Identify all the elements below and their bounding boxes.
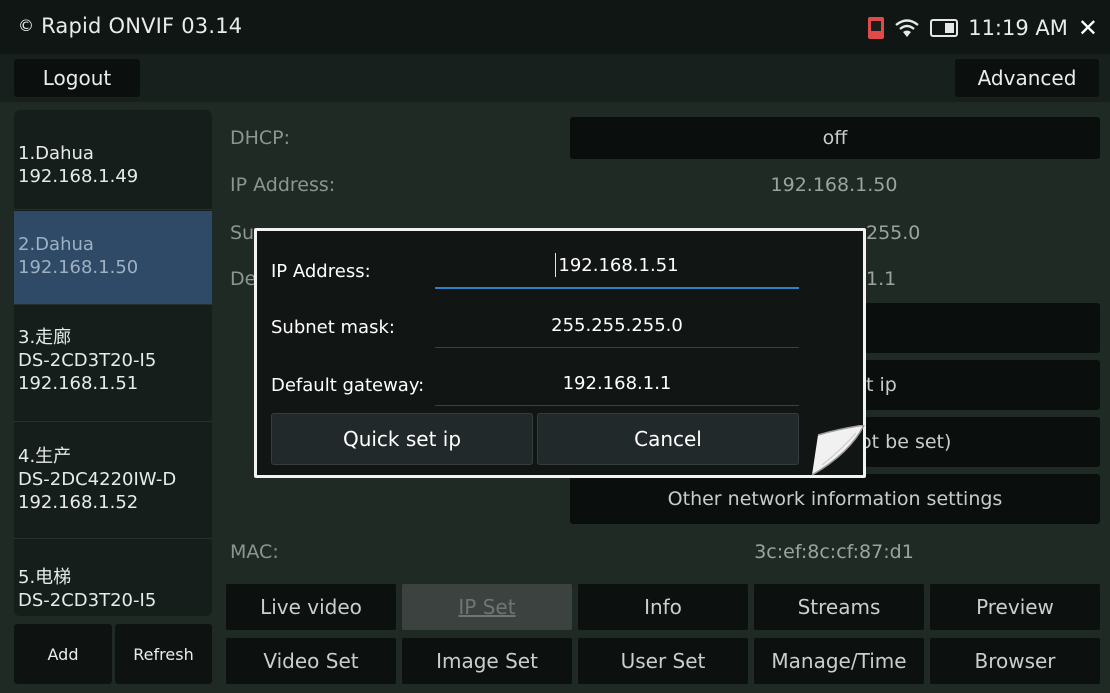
tab-image-set[interactable]: Image Set: [402, 638, 572, 684]
ip-settings-dialog: IP Address: 192.168.1.51 Subnet mask: 25…: [254, 228, 866, 478]
dhcp-toggle[interactable]: off: [570, 117, 1100, 159]
device-ip: 192.168.1.49: [18, 166, 139, 187]
device-item-2[interactable]: 2.Dahua 192.168.1.50: [14, 211, 212, 305]
device-list[interactable]: 1.Dahua 192.168.1.49 2.Dahua 192.168.1.5…: [14, 110, 212, 616]
tab-video-set[interactable]: Video Set: [226, 638, 396, 684]
tab-ip-set[interactable]: IP Set: [402, 584, 572, 630]
top-toolbar: Logout Advanced: [0, 54, 1110, 102]
text-caret: [555, 253, 557, 277]
advanced-button[interactable]: Advanced: [955, 59, 1099, 97]
gateway-label: De: [230, 268, 257, 290]
page-curl-icon: [811, 425, 865, 476]
mac-value: 3c:ef:8c:cf:87:d1: [754, 541, 914, 563]
status-icons: 11:19 AM ✕: [868, 14, 1098, 42]
tab-streams[interactable]: Streams: [754, 584, 924, 630]
gateway-value: 1.1: [866, 268, 897, 290]
tab-live-video[interactable]: Live video: [226, 584, 396, 630]
quick-set-ip-button[interactable]: Quick set ip: [271, 413, 533, 465]
device-name: 3.走廊: [18, 327, 72, 348]
device-ip: 192.168.1.50: [18, 257, 139, 278]
dialog-ip-input[interactable]: 192.168.1.51: [435, 243, 799, 289]
status-bar: © Rapid ONVIF 03.14 11:19 AM ✕: [0, 0, 1110, 54]
device-name: 2.Dahua: [18, 234, 94, 255]
sidebar-buttons: Add Refresh: [14, 624, 212, 684]
device-ip: 192.168.1.51: [18, 373, 139, 394]
device-model: DS-2CD3T20-I5: [18, 350, 157, 371]
tab-manage-time[interactable]: Manage/Time: [754, 638, 924, 684]
dialog-subnet-label: Subnet mask:: [271, 317, 395, 338]
app-window: © Rapid ONVIF 03.14 11:19 AM ✕ Logout Ad…: [0, 0, 1110, 693]
device-item-3[interactable]: 3.走廊 DS-2CD3T20-I5 192.168.1.51: [14, 306, 212, 422]
device-ip: 192.168.1.52: [18, 492, 139, 513]
tab-user-set[interactable]: User Set: [578, 638, 748, 684]
device-item-5[interactable]: 5.电梯 DS-2CD3T20-I5: [14, 540, 212, 616]
dhcp-label: DHCP:: [230, 127, 291, 149]
device-model: DS-2DC4220IW-D: [18, 469, 177, 490]
ip-address-value: 192.168.1.50: [770, 174, 898, 196]
add-button[interactable]: Add: [14, 624, 112, 684]
dialog-subnet-input[interactable]: 255.255.255.0: [435, 303, 799, 348]
app-logo-icon: ©: [18, 16, 35, 35]
other-network-settings-button[interactable]: Other network information settings: [570, 474, 1100, 524]
device-model: DS-2CD3T20-I5: [18, 590, 157, 611]
app-title: © Rapid ONVIF 03.14: [18, 14, 243, 38]
mac-label: MAC:: [230, 541, 279, 563]
device-item-4[interactable]: 4.生产 DS-2DC4220IW-D 192.168.1.52: [14, 423, 212, 539]
logout-button[interactable]: Logout: [14, 59, 140, 97]
close-icon[interactable]: ✕: [1078, 14, 1098, 42]
tab-browser[interactable]: Browser: [930, 638, 1100, 684]
dialog-ip-label: IP Address:: [271, 261, 371, 282]
tab-info[interactable]: Info: [578, 584, 748, 630]
sd-card-icon: [868, 17, 885, 39]
subnet-mask-label: Su: [230, 222, 255, 244]
ip-address-label: IP Address:: [230, 174, 336, 196]
refresh-button[interactable]: Refresh: [115, 624, 212, 684]
device-name: 4.生产: [18, 446, 72, 467]
battery-icon: [930, 19, 959, 37]
device-item-1[interactable]: 1.Dahua 192.168.1.49: [14, 110, 212, 210]
device-name: 1.Dahua: [18, 143, 94, 164]
wifi-icon: [895, 19, 919, 37]
subnet-mask-value: 255.0: [866, 222, 921, 244]
dialog-gateway-label: Default gateway:: [271, 375, 425, 396]
dialog-gateway-input[interactable]: 192.168.1.1: [435, 361, 799, 406]
cancel-button[interactable]: Cancel: [537, 413, 799, 465]
clock-time: 11:19 AM: [968, 16, 1068, 40]
device-name: 5.电梯: [18, 567, 72, 588]
tab-preview[interactable]: Preview: [930, 584, 1100, 630]
